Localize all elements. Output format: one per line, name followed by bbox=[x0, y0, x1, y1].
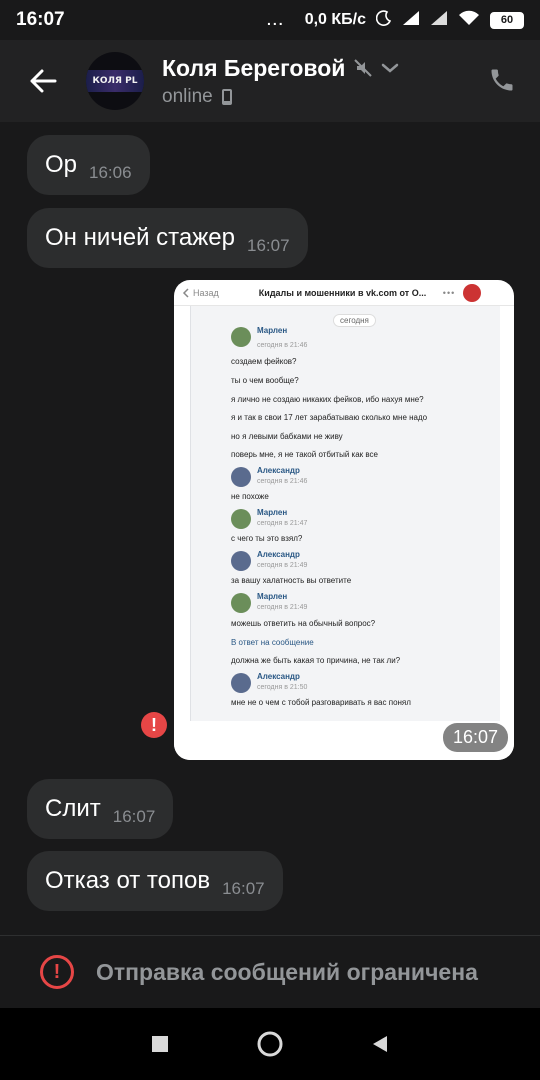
peer-name-row: Коля Береговой bbox=[162, 55, 399, 82]
signal-icon bbox=[402, 10, 420, 31]
avatar-text: КОЛЯ PL bbox=[92, 75, 138, 86]
back-button[interactable] bbox=[0, 40, 86, 122]
message-bubble[interactable]: Отказ от топов 16:07 bbox=[27, 851, 283, 911]
net-speed: 0,0 КБ/с bbox=[304, 11, 366, 28]
status-time: 16:07 bbox=[16, 9, 65, 30]
avatar[interactable]: КОЛЯ PL bbox=[86, 52, 144, 110]
phone-icon bbox=[491, 69, 513, 91]
screenshot-line-text: поверь мне, я не такой отбитый как все bbox=[231, 450, 378, 459]
screenshot-avatar bbox=[463, 283, 482, 302]
square-icon bbox=[152, 1036, 168, 1052]
system-nav-bar bbox=[0, 1008, 540, 1080]
status-indicators: ... 0,0 КБ/с 60 bbox=[267, 9, 524, 31]
screenshot-avatar-small bbox=[231, 673, 251, 693]
screenshot-line-name: Александр bbox=[257, 550, 300, 559]
screenshot-line-text: создаем фейков? bbox=[231, 357, 297, 366]
mute-icon bbox=[354, 59, 373, 77]
screenshot-back: Назад bbox=[182, 288, 219, 298]
back-arrow-icon bbox=[30, 69, 57, 93]
message-bubble[interactable]: Он ничей стажер 16:07 bbox=[27, 208, 308, 268]
screenshot-avatar-small bbox=[231, 327, 251, 347]
screenshot-line-time: сегодня в 21:49 bbox=[257, 604, 308, 611]
circle-icon bbox=[257, 1031, 283, 1057]
peer-status-row: online bbox=[162, 86, 399, 108]
peer-status: online bbox=[162, 85, 213, 107]
screenshot-title: Кидалы и мошенники в vk.com от О... bbox=[258, 287, 427, 298]
status-bar: 16:07 ... 0,0 КБ/с 60 bbox=[0, 0, 540, 40]
restriction-text: Отправка сообщений ограничена bbox=[96, 958, 478, 985]
message-bubble[interactable]: Ор 16:06 bbox=[27, 135, 150, 195]
screenshot-line-text: я и так в свои 17 лет зарабатываю скольк… bbox=[231, 413, 428, 422]
notification-dots: ... bbox=[267, 12, 285, 28]
restriction-bar: ! Отправка сообщений ограничена bbox=[0, 936, 540, 1008]
screenshot-line-text: мне не о чем с тобой разговаривать я вас… bbox=[231, 698, 411, 707]
screenshot-line-time: сегодня в 21:47 bbox=[257, 520, 308, 527]
screenshot-line-text: можешь ответить на обычный вопрос? bbox=[231, 619, 376, 628]
peer-info[interactable]: Коля Береговой online bbox=[162, 55, 399, 108]
message-time: 16:07 bbox=[222, 879, 265, 898]
screenshot-line-text: не похоже bbox=[231, 492, 269, 501]
photo-time: 16:07 bbox=[442, 723, 508, 752]
call-button[interactable] bbox=[484, 62, 520, 98]
screenshot-back-label: Назад bbox=[193, 287, 219, 298]
screenshot-header: Назад Кидалы и мошенники в vk.com от О..… bbox=[174, 280, 514, 306]
recents-button[interactable] bbox=[140, 1024, 180, 1064]
screenshot-line-name: Марлен bbox=[257, 592, 288, 601]
screenshot-line-time: сегодня в 21:50 bbox=[257, 684, 308, 691]
screenshot-avatar-small bbox=[231, 509, 251, 529]
screenshot-line-name: Александр bbox=[257, 672, 300, 681]
screenshot-more: ••• bbox=[442, 287, 456, 298]
send-error-icon[interactable]: ! bbox=[141, 712, 167, 738]
screenshot-line-text: ты о чем вообще? bbox=[231, 376, 299, 385]
message-time: 16:07 bbox=[247, 236, 290, 255]
screenshot-line-link: В ответ на сообщение bbox=[231, 638, 314, 647]
screenshot-line-text: я лично не создаю никаких фейков, ибо на… bbox=[231, 395, 424, 404]
message-time: 16:06 bbox=[89, 163, 132, 182]
screenshot-line-time: сегодня в 21:46 bbox=[257, 342, 308, 349]
screenshot-avatar-small bbox=[231, 551, 251, 571]
message-bubble[interactable]: Слит 16:07 bbox=[27, 779, 174, 839]
signal-icon-2 bbox=[430, 10, 448, 31]
message-text: Слит bbox=[45, 795, 101, 822]
moon-icon bbox=[375, 9, 392, 31]
warning-icon: ! bbox=[40, 955, 74, 989]
triangle-back-icon bbox=[373, 1036, 387, 1052]
screenshot-avatar-small bbox=[231, 467, 251, 487]
screenshot-line-text: с чего ты это взял? bbox=[231, 534, 303, 543]
chevron-down-icon[interactable] bbox=[381, 62, 399, 74]
screenshot-line-name: Александр bbox=[257, 466, 300, 475]
screenshot-line-text: должна же быть какая то причина, не так … bbox=[231, 656, 401, 665]
mobile-icon bbox=[221, 88, 232, 105]
message-text: Ор bbox=[45, 151, 78, 178]
photo-message[interactable]: Назад Кидалы и мошенники в vk.com от О..… bbox=[174, 280, 514, 760]
peer-name: Коля Береговой bbox=[162, 54, 346, 81]
screenshot-body: сегодня Марлен сегодня в 21:46 создаем фей… bbox=[190, 306, 500, 731]
wifi-icon bbox=[458, 10, 480, 31]
message-time: 16:07 bbox=[112, 807, 156, 826]
screenshot-line-text: за вашу халатность вы ответите bbox=[231, 576, 352, 585]
battery-icon: 60 bbox=[490, 11, 524, 29]
screenshot-today: сегодня bbox=[333, 314, 376, 327]
chat-header: КОЛЯ PL Коля Береговой online bbox=[0, 40, 540, 122]
screenshot-line-name: Марлен bbox=[257, 508, 288, 517]
message-text: Он ничей стажер bbox=[45, 224, 235, 251]
home-button[interactable] bbox=[250, 1024, 290, 1064]
screenshot-avatar-small bbox=[231, 593, 251, 613]
message-text: Отказ от топов bbox=[45, 867, 211, 894]
screenshot-line-time: сегодня в 21:46 bbox=[257, 478, 308, 485]
screenshot-line-text: но я левыми бабками не живу bbox=[231, 432, 343, 441]
screenshot-line-time: сегодня в 21:49 bbox=[257, 562, 308, 569]
nav-back-button[interactable] bbox=[360, 1024, 400, 1064]
screenshot-line-name: Марлен bbox=[257, 326, 288, 335]
